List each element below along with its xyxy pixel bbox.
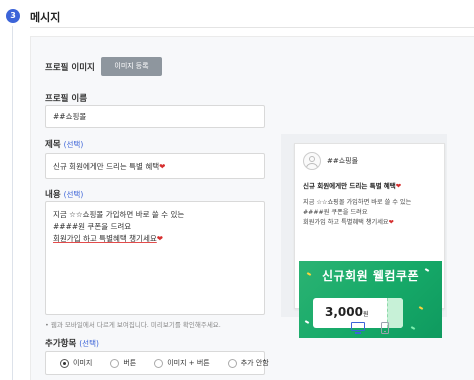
message-preview-card: ##쇼핑몰 신규 회원에게만 드리는 특별 혜택❤ 지금 ☆☆쇼핑몰 가입하면 … [294,143,445,338]
heart-icon: ❤ [395,182,402,190]
radio-empty-icon [110,358,120,368]
preview-profile-name: ##쇼핑몰 [327,157,359,165]
subject-label: 제목 (선택) [45,138,83,150]
preview-title-text: 신규 회원에게만 드리는 특별 혜택 [303,182,396,190]
content-line: ####원 쿠폰을 드려요 [53,222,132,231]
radio-label: 이미지 [73,359,93,367]
extra-options-label: 추가항목 (선택) [45,337,99,349]
profile-name-value: ##쇼핑몰 [53,112,87,121]
extra-options-radio-group: 이미지 버튼 이미지 + 버튼 추가 안함 [45,351,269,375]
heart-icon: ❤ [156,234,164,243]
subject-optional-tag: (선택) [63,140,84,149]
preview-body-line: ####원 쿠폰을 드려요 [303,209,368,216]
radio-button[interactable]: 버튼 [110,358,136,368]
preview-body: 지금 ☆☆쇼핑몰 가입하면 바로 쓸 수 있는 ####원 쿠폰을 드려요 회원… [303,198,411,228]
content-line: 지금 ☆☆쇼핑몰 가입하면 바로 쓸 수 있는 [53,210,185,219]
preview-body-line: 지금 ☆☆쇼핑몰 가입하면 바로 쓸 수 있는 [303,199,412,206]
radio-empty-icon [227,358,237,368]
coupon-amount: 3,000원 [325,305,369,319]
content-textarea[interactable]: 지금 ☆☆쇼핑몰 가입하면 바로 쓸 수 있는 ####원 쿠폰을 드려요 회원… [45,201,265,315]
subject-input[interactable]: 신규 회원에게만 드리는 특별 혜택 ❤ [45,153,265,179]
content-line: 회원가입 하고 특별혜택 챙기세요❤ [53,233,257,245]
preview-body-text: 회원가입 하고 특별혜택 챙기세요 [303,219,389,226]
content-label: 내용 (선택) [45,188,83,200]
banner-title: 신규회원 웰컴쿠폰 [322,269,419,283]
heart-icon: ❤ [159,161,166,171]
preview-device-toggle [351,322,389,334]
preview-help-text: • 웹과 모바일에서 다르게 보여집니다. 미리보기를 확인해주세요. [45,321,221,329]
subject-label-text: 제목 [45,140,61,150]
radio-empty-icon [154,358,164,368]
radio-selected-icon [60,358,69,368]
step-connector [12,26,13,380]
preview-body-line: 회원가입 하고 특별혜택 챙기세요❤ [303,218,411,228]
coupon-amount-value: 3,000 [325,305,363,319]
content-label-text: 내용 [45,190,61,200]
extra-label-text: 추가항목 [45,339,77,349]
radio-image-button[interactable]: 이미지 + 버튼 [154,358,210,368]
mobile-icon[interactable] [381,322,389,334]
heart-icon: ❤ [388,219,394,226]
profile-name-label: 프로필 이름 [45,94,88,104]
radio-label: 추가 안함 [240,359,269,367]
image-upload-button[interactable]: 이미지 등록 [101,57,162,76]
profile-image-label: 프로필 이미지 [45,63,95,73]
section-divider [30,27,474,28]
step-number-badge: 3 [6,9,20,23]
radio-image[interactable]: 이미지 [60,358,92,368]
preview-title: 신규 회원에게만 드리는 특별 혜택❤ [303,180,401,190]
desktop-icon[interactable] [351,322,365,334]
profile-name-input[interactable]: ##쇼핑몰 [45,105,265,128]
section-title: 메시지 [30,11,61,24]
avatar-icon [303,152,321,170]
coupon-stub [387,298,403,328]
subject-value: 신규 회원에게만 드리는 특별 혜택 [53,161,160,171]
radio-label: 버튼 [123,359,137,367]
content-line-text: 회원가입 하고 특별혜택 챙기세요 [53,234,157,243]
radio-none[interactable]: 추가 안함 [227,358,269,368]
radio-label: 이미지 + 버튼 [167,359,210,367]
message-panel: 프로필 이미지 이미지 등록 프로필 이름 ##쇼핑몰 제목 (선택) 신규 회… [30,36,474,380]
coupon-unit: 원 [362,311,369,318]
content-optional-tag: (선택) [63,190,84,199]
extra-optional-tag: (선택) [79,339,99,348]
